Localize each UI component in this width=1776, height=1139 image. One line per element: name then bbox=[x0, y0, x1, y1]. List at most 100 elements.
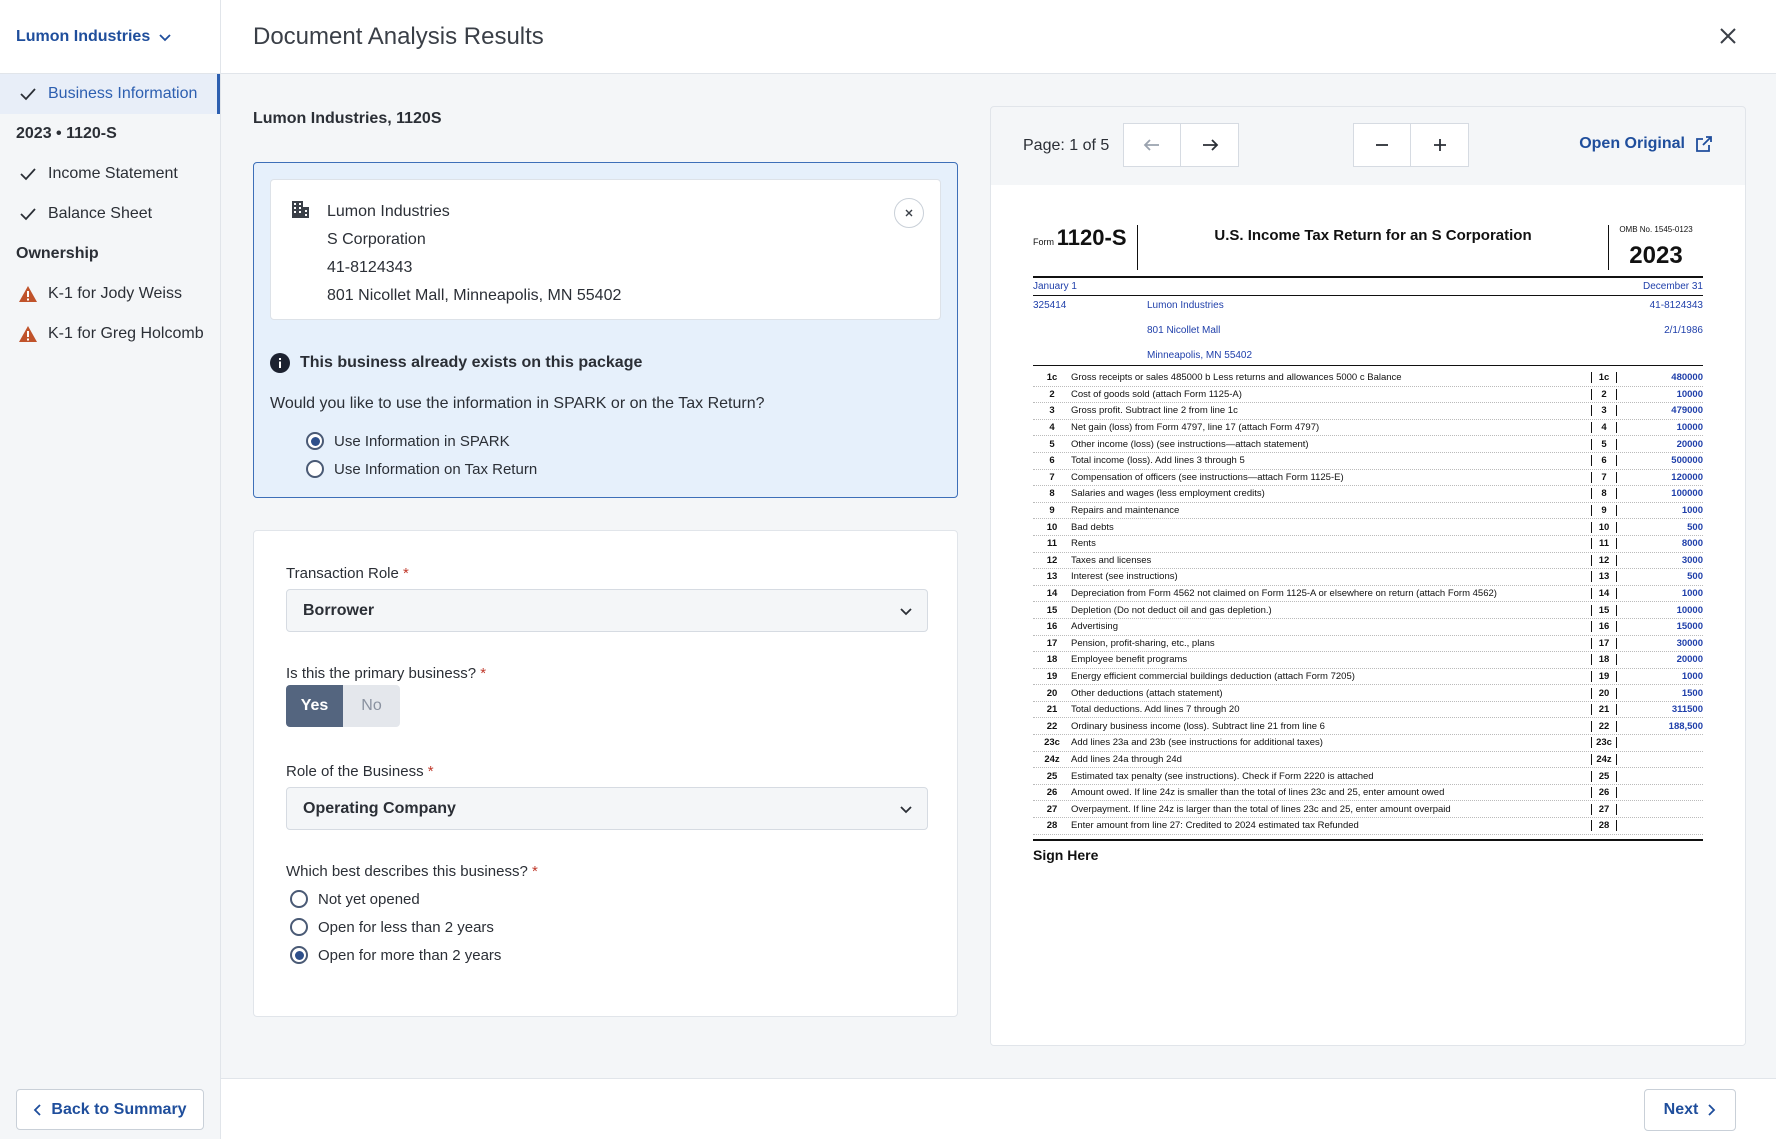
sidebar-item-business-information[interactable]: Business Information bbox=[0, 74, 220, 114]
form-line-ref: 23c bbox=[1591, 737, 1617, 749]
company-switcher-label: Lumon Industries bbox=[16, 27, 151, 45]
radio-use-tax-return[interactable]: Use Information on Tax Return bbox=[306, 455, 537, 483]
open-original-link[interactable]: Open Original bbox=[1579, 135, 1713, 153]
form-line-number: 17 bbox=[1046, 637, 1058, 649]
sidebar-item-k1-jody-weiss[interactable]: K-1 for Jody Weiss bbox=[0, 274, 220, 314]
entity-city: Minneapolis, MN 55402 bbox=[1147, 350, 1253, 361]
transaction-role-select[interactable]: Borrower bbox=[286, 589, 928, 632]
close-icon bbox=[905, 209, 913, 217]
sidebar-item-k1-greg-holcomb[interactable]: K-1 for Greg Holcomb bbox=[0, 314, 220, 354]
form-line: 15 Depletion (Do not deduct oil and gas d… bbox=[1033, 602, 1703, 619]
business-type: S Corporation bbox=[327, 231, 426, 248]
entity-block: Lumon Industries 801 Nicollet Mall Minne… bbox=[1147, 300, 1559, 361]
form-line-value: 500 bbox=[1687, 571, 1703, 583]
radio-open-more-2-years[interactable]: Open for more than 2 years bbox=[290, 941, 501, 969]
page-nav bbox=[1123, 123, 1239, 167]
business-address: 801 Nicollet Mall, Minneapolis, MN 55402 bbox=[327, 287, 622, 304]
warning-icon bbox=[18, 284, 38, 304]
form-line-ref: 17 bbox=[1591, 637, 1617, 649]
form-line-number: 25 bbox=[1046, 770, 1058, 782]
zoom-in-button[interactable] bbox=[1411, 123, 1469, 167]
form-line-ref: 8 bbox=[1591, 488, 1617, 500]
form-line-ref: 15 bbox=[1591, 604, 1617, 616]
form-line-number: 2 bbox=[1049, 388, 1055, 400]
tax-form-1120s: Form 1120-S U.S. Income Tax Return for a… bbox=[1033, 225, 1703, 863]
form-line-number: 13 bbox=[1046, 571, 1058, 583]
form-line-number: 18 bbox=[1046, 654, 1058, 666]
form-line-value: 120000 bbox=[1671, 471, 1703, 483]
entity-date-inc: 2/1/1986 bbox=[1664, 325, 1703, 336]
form-line-ref: 24z bbox=[1591, 753, 1617, 765]
chevron-left-icon bbox=[34, 1103, 42, 1116]
form-line-ref: 4 bbox=[1591, 422, 1617, 434]
zoom-out-button[interactable] bbox=[1353, 123, 1411, 167]
form-line-label: Gross receipts or sales 485000 b Less re… bbox=[1071, 372, 1402, 384]
business-heading: Lumon Industries, 1120S bbox=[253, 110, 442, 127]
radio-label: Use Information in SPARK bbox=[334, 432, 510, 450]
form-line-label: Other income (loss) (see instructions—at… bbox=[1071, 438, 1309, 450]
form-line: 9 Repairs and maintenance 9 1000 bbox=[1033, 503, 1703, 520]
form-line-ref: 25 bbox=[1591, 770, 1617, 782]
form-line-value: 30000 bbox=[1676, 637, 1703, 649]
warning-icon bbox=[18, 324, 38, 344]
form-line-value: 1000 bbox=[1681, 505, 1703, 517]
sidebar-item-balance-sheet[interactable]: Balance Sheet bbox=[0, 194, 220, 234]
alert-title: This business already exists on this pac… bbox=[300, 354, 643, 371]
business-ein: 41-8124343 bbox=[327, 259, 413, 276]
form-line-label: Taxes and licenses bbox=[1071, 554, 1152, 566]
activity-code: 325414 bbox=[1033, 300, 1067, 311]
business-card-details: Lumon Industries S Corporation 41-812434… bbox=[327, 198, 621, 310]
form-title-block: U.S. Income Tax Return for an S Corporat… bbox=[1137, 225, 1609, 270]
sidebar-group-tax-year: 2023 • 1120-S bbox=[16, 125, 117, 142]
radio-open-less-2-years[interactable]: Open for less than 2 years bbox=[290, 913, 501, 941]
prev-page-button[interactable] bbox=[1123, 123, 1181, 167]
form-line-number: 14 bbox=[1046, 588, 1058, 600]
entity-row: 325414 Lumon Industries 801 Nicollet Mal… bbox=[1033, 296, 1703, 366]
next-page-button[interactable] bbox=[1181, 123, 1239, 167]
form-line-label: Rents bbox=[1071, 538, 1096, 550]
radio-use-spark[interactable]: Use Information in SPARK bbox=[306, 427, 537, 455]
next-button[interactable]: Next bbox=[1644, 1089, 1736, 1131]
form-line-label: Bad debts bbox=[1071, 521, 1114, 533]
form-line-value: 1000 bbox=[1681, 588, 1703, 600]
back-to-summary-button[interactable]: Back to Summary bbox=[16, 1089, 204, 1130]
form-line-label: Depreciation from Form 4562 not claimed … bbox=[1071, 588, 1497, 600]
entity-ein: 41-8124343 bbox=[1649, 300, 1703, 311]
form-line-number: 26 bbox=[1046, 787, 1058, 799]
check-icon bbox=[18, 164, 38, 184]
radio-indicator bbox=[306, 460, 324, 478]
business-role-select[interactable]: Operating Company bbox=[286, 787, 928, 830]
page-header: Document Analysis Results bbox=[221, 0, 1776, 74]
form-line-number: 3 bbox=[1049, 405, 1055, 417]
form-line-label: Other deductions (attach statement) bbox=[1071, 687, 1223, 699]
chevron-down-icon bbox=[900, 608, 912, 616]
radio-not-yet-opened[interactable]: Not yet opened bbox=[290, 885, 501, 913]
primary-no-button[interactable]: No bbox=[343, 685, 400, 727]
remove-business-button[interactable] bbox=[894, 198, 924, 228]
company-switcher[interactable]: Lumon Industries bbox=[0, 0, 220, 74]
form-line-value: 10000 bbox=[1676, 388, 1703, 400]
business-card: Lumon Industries S Corporation 41-812434… bbox=[270, 179, 941, 320]
form-line-number: 9 bbox=[1049, 505, 1055, 517]
form-line-ref: 27 bbox=[1591, 803, 1617, 815]
viewer-toolbar: Page: 1 of 5 Open Original bbox=[991, 107, 1745, 185]
form-line-ref: 19 bbox=[1591, 670, 1617, 682]
sidebar-item-label: K-1 for Greg Holcomb bbox=[48, 325, 204, 342]
form-line-number: 20 bbox=[1046, 687, 1058, 699]
form-line-label: Employee benefit programs bbox=[1071, 654, 1188, 666]
form-line: 8 Salaries and wages (less employment cre… bbox=[1033, 486, 1703, 503]
minus-icon bbox=[1376, 144, 1388, 146]
form-line-number: 6 bbox=[1049, 455, 1055, 467]
form-line-value: 480000 bbox=[1671, 372, 1703, 384]
form-prefix: Form bbox=[1033, 237, 1054, 247]
form-line: 13 Interest (see instructions) 13 500 bbox=[1033, 569, 1703, 586]
form-line: 22 Ordinary business income (loss). Subtr… bbox=[1033, 718, 1703, 736]
sidebar-item-income-statement[interactable]: Income Statement bbox=[0, 154, 220, 194]
entity-name: Lumon Industries bbox=[1147, 300, 1224, 311]
info-icon bbox=[270, 353, 290, 373]
close-icon[interactable] bbox=[1716, 24, 1740, 48]
primary-yes-button[interactable]: Yes bbox=[286, 685, 343, 727]
form-line-ref: 1c bbox=[1591, 372, 1617, 384]
sidebar: Lumon Industries Business Information 20… bbox=[0, 0, 221, 1139]
tax-year: 2023 bbox=[1629, 242, 1683, 269]
